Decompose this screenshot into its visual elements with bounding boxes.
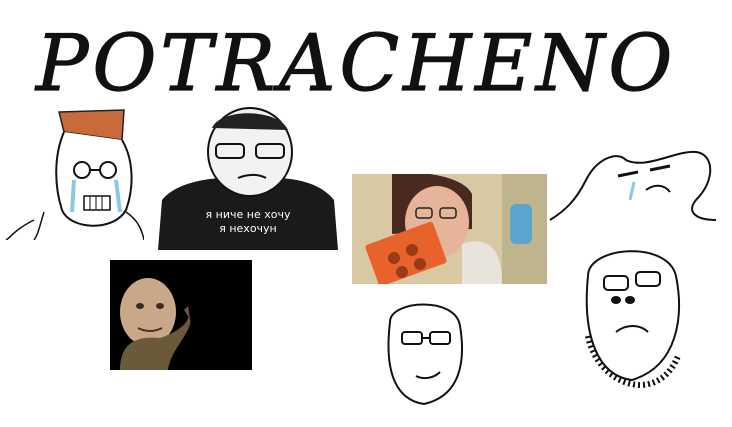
meme-title: POTRACHENO: [32, 14, 673, 109]
sad-wojak-drawing: [546, 140, 722, 225]
black-shirt-man-photo: я ниче не хочу я нехочун: [158, 100, 338, 250]
shirt-caption-line1: я ниче не хочу: [205, 208, 291, 221]
meme-title-text: POTRACHENO: [34, 19, 672, 106]
bald-wojak-drawing: [376, 292, 472, 410]
bearded-wojak-drawing: [568, 236, 692, 408]
shirt-caption-line2: я нехочун: [219, 222, 277, 235]
woman-biting-brick-photo: [352, 174, 547, 284]
man-pointing-photo: [110, 260, 252, 370]
crying-wojak-drawing: [4, 100, 144, 240]
